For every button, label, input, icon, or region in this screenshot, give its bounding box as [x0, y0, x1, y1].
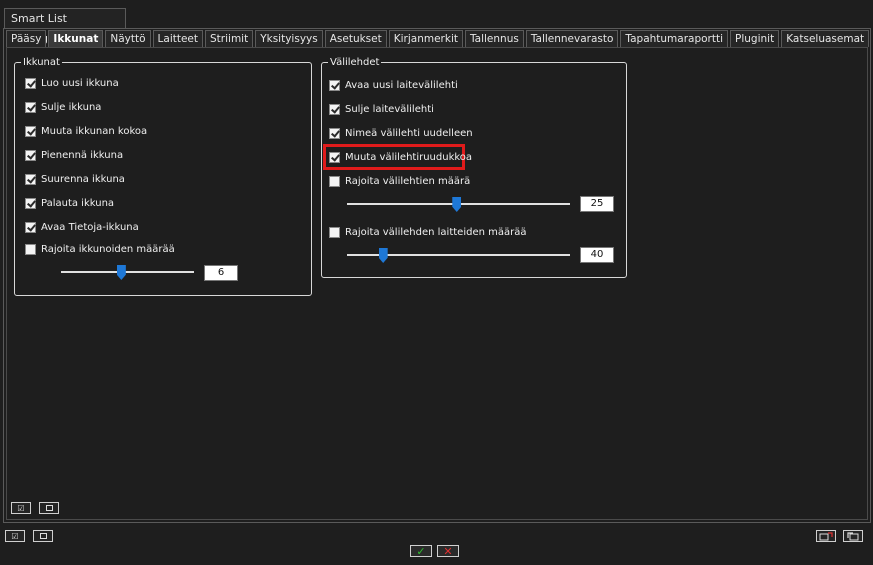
- tab-bar: Pääsy Ikkunat Näyttö Laitteet Striimit Y…: [6, 30, 871, 48]
- limit-tabs-option[interactable]: Rajoita välilehtien määrä: [329, 173, 470, 189]
- close-window-checkbox[interactable]: [25, 101, 36, 113]
- windows-limit-slider[interactable]: [61, 271, 194, 273]
- minimize-window-label: Pienennä ikkuna: [41, 149, 124, 161]
- limit-tab-devices-label: Rajoita välilehden laitteiden määrää: [345, 226, 527, 238]
- create-window-checkbox[interactable]: [25, 77, 36, 89]
- import-icon: [847, 531, 859, 540]
- inner-check-all-button[interactable]: ☑: [11, 502, 31, 514]
- tab-paasy[interactable]: Pääsy: [6, 30, 47, 47]
- change-tab-grid-checkbox[interactable]: [329, 151, 340, 163]
- rename-tab-label: Nimeä välilehti uudelleen: [345, 127, 473, 139]
- uncheck-all-button[interactable]: [33, 530, 53, 542]
- check-all-icon: ☑: [11, 531, 19, 541]
- resize-window-option[interactable]: Muuta ikkunan kokoa: [25, 123, 147, 139]
- uncheck-all-icon: [39, 533, 47, 539]
- uncheck-all-icon: [45, 505, 53, 511]
- check-all-button[interactable]: ☑: [5, 530, 25, 542]
- limit-tabs-label: Rajoita välilehtien määrä: [345, 175, 471, 187]
- check-all-icon: ☑: [17, 503, 25, 513]
- check-icon: ✓: [416, 544, 426, 558]
- maximize-window-checkbox[interactable]: [25, 173, 36, 185]
- windows-group-title: Ikkunat: [23, 57, 60, 68]
- maximize-window-option[interactable]: Suurenna ikkuna: [25, 171, 125, 187]
- tabs-group-title: Välilehdet: [330, 57, 380, 68]
- restore-window-checkbox[interactable]: [25, 197, 36, 209]
- close-device-tab-option[interactable]: Sulje laitevälilehti: [329, 101, 434, 117]
- open-device-tab-option[interactable]: Avaa uusi laitevälilehti: [329, 77, 458, 93]
- resize-window-checkbox[interactable]: [25, 125, 36, 137]
- tab-tapahtumaraportti[interactable]: Tapahtumaraportti: [620, 30, 729, 47]
- minimize-window-checkbox[interactable]: [25, 149, 36, 161]
- create-window-label: Luo uusi ikkuna: [41, 77, 119, 89]
- tab-striimit[interactable]: Striimit: [205, 30, 254, 47]
- open-device-tab-checkbox[interactable]: [329, 79, 340, 91]
- close-device-tab-checkbox[interactable]: [329, 103, 340, 115]
- cancel-button[interactable]: ✕: [437, 544, 459, 558]
- change-tab-grid-option[interactable]: Muuta välilehtiruudukkoa: [329, 149, 472, 165]
- tab-tallennus[interactable]: Tallennus: [464, 30, 524, 47]
- close-window-option[interactable]: Sulje ikkuna: [25, 99, 101, 115]
- about-window-option[interactable]: Avaa Tietoja-ikkuna: [25, 219, 139, 235]
- maximize-window-label: Suurenna ikkuna: [41, 173, 125, 185]
- change-tab-grid-label: Muuta välilehtiruudukkoa: [345, 151, 473, 163]
- rename-tab-option[interactable]: Nimeä välilehti uudelleen: [329, 125, 473, 141]
- limit-windows-label: Rajoita ikkunoiden määrää: [41, 243, 175, 255]
- rename-tab-checkbox[interactable]: [329, 127, 340, 139]
- close-window-label: Sulje ikkuna: [41, 101, 102, 113]
- ok-button[interactable]: ✓: [410, 544, 432, 558]
- create-window-option[interactable]: Luo uusi ikkuna: [25, 75, 119, 91]
- tab-pluginit[interactable]: Pluginit: [730, 30, 780, 47]
- tab-devices-limit-value[interactable]: 40: [580, 247, 614, 263]
- window-tab[interactable]: Smart List Management: [4, 8, 126, 45]
- tab-tallennevarasto[interactable]: Tallennevarasto: [525, 30, 619, 47]
- tab-naytto[interactable]: Näyttö: [105, 30, 151, 47]
- export-icon: [819, 531, 833, 540]
- tab-katseluasemat[interactable]: Katseluasemat: [781, 30, 870, 47]
- tab-yksityisyys[interactable]: Yksityisyys: [255, 30, 323, 47]
- tab-kirjanmerkit[interactable]: Kirjanmerkit: [388, 30, 463, 47]
- restore-window-label: Palauta ikkuna: [41, 197, 115, 209]
- tab-asetukset[interactable]: Asetukset: [324, 30, 387, 47]
- limit-tab-devices-checkbox[interactable]: [329, 226, 340, 238]
- about-window-checkbox[interactable]: [25, 221, 36, 233]
- limit-tabs-checkbox[interactable]: [329, 175, 340, 187]
- resize-window-label: Muuta ikkunan kokoa: [41, 125, 148, 137]
- tabs-limit-value[interactable]: 25: [580, 196, 614, 212]
- close-icon: ✕: [443, 544, 453, 558]
- tab-laitteet[interactable]: Laitteet: [152, 30, 204, 47]
- about-window-label: Avaa Tietoja-ikkuna: [41, 221, 139, 233]
- restore-window-option[interactable]: Palauta ikkuna: [25, 195, 114, 211]
- windows-limit-value[interactable]: 6: [204, 265, 238, 281]
- import-button[interactable]: [843, 530, 863, 542]
- tab-ikkunat[interactable]: Ikkunat: [48, 30, 104, 47]
- open-device-tab-label: Avaa uusi laitevälilehti: [345, 79, 458, 91]
- inner-uncheck-all-button[interactable]: [39, 502, 59, 514]
- limit-windows-option[interactable]: Rajoita ikkunoiden määrää: [25, 241, 175, 257]
- limit-windows-checkbox[interactable]: [25, 243, 36, 255]
- limit-tab-devices-option[interactable]: Rajoita välilehden laitteiden määrää: [329, 224, 526, 240]
- close-device-tab-label: Sulje laitevälilehti: [345, 103, 434, 115]
- export-button[interactable]: [816, 530, 836, 542]
- minimize-window-option[interactable]: Pienennä ikkuna: [25, 147, 123, 163]
